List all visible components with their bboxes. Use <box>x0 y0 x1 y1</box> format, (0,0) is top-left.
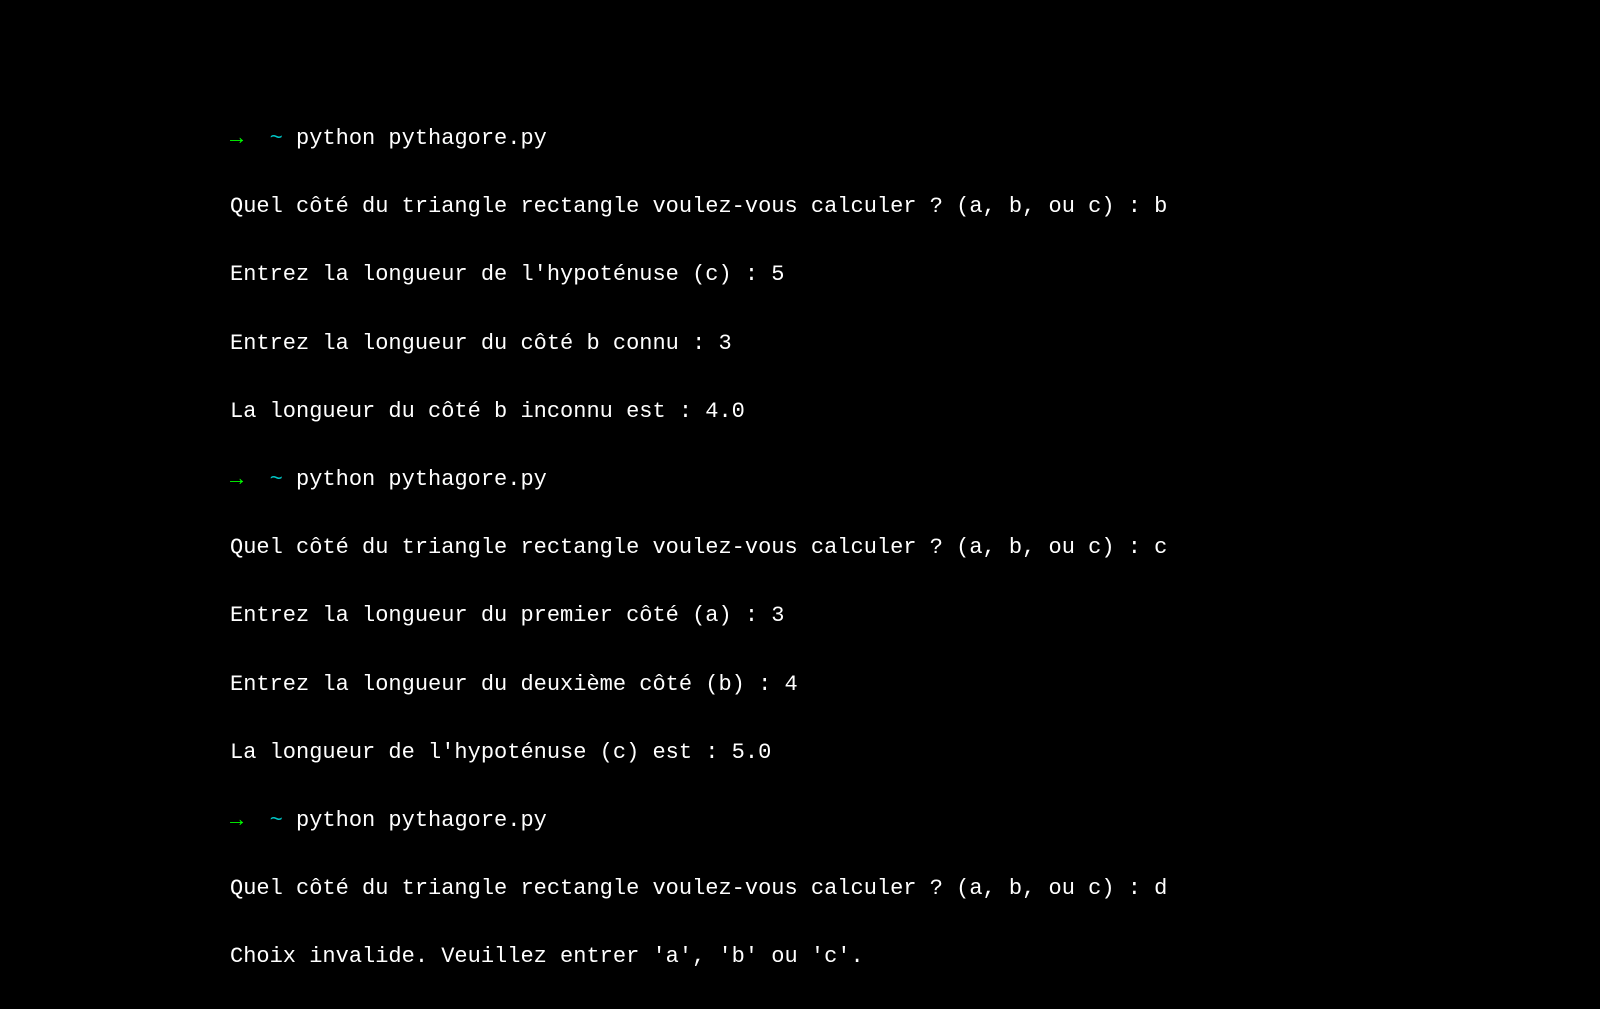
prompt-arrow-icon: → <box>230 126 243 151</box>
command-text: python pythagore.py <box>296 808 547 833</box>
output-line: Entrez la longueur de l'hypoténuse (c) :… <box>230 258 1600 292</box>
command-text: python pythagore.py <box>296 126 547 151</box>
terminal-line: → ~ python pythagore.py <box>230 804 1600 838</box>
terminal-line: → ~ python pythagore.py <box>230 122 1600 156</box>
output-line: Quel côté du triangle rectangle voulez-v… <box>230 190 1600 224</box>
terminal-line: → ~ python pythagore.py <box>230 463 1600 497</box>
output-line: Entrez la longueur du premier côté (a) :… <box>230 599 1600 633</box>
output-line: La longueur du côté b inconnu est : 4.0 <box>230 395 1600 429</box>
output-line: Choix invalide. Veuillez entrer 'a', 'b'… <box>230 940 1600 974</box>
prompt-arrow-icon: → <box>230 467 243 492</box>
output-line: Entrez la longueur du côté b connu : 3 <box>230 327 1600 361</box>
output-line: Entrez la longueur du deuxième côté (b) … <box>230 668 1600 702</box>
prompt-arrow-icon: → <box>230 808 243 833</box>
prompt-cwd: ~ <box>270 467 283 492</box>
output-line: Quel côté du triangle rectangle voulez-v… <box>230 872 1600 906</box>
prompt-cwd: ~ <box>270 126 283 151</box>
output-line: Quel côté du triangle rectangle voulez-v… <box>230 531 1600 565</box>
prompt-cwd: ~ <box>270 808 283 833</box>
terminal-output[interactable]: → ~ python pythagore.py Quel côté du tri… <box>230 88 1600 1009</box>
output-line: La longueur de l'hypoténuse (c) est : 5.… <box>230 736 1600 770</box>
command-text: python pythagore.py <box>296 467 547 492</box>
